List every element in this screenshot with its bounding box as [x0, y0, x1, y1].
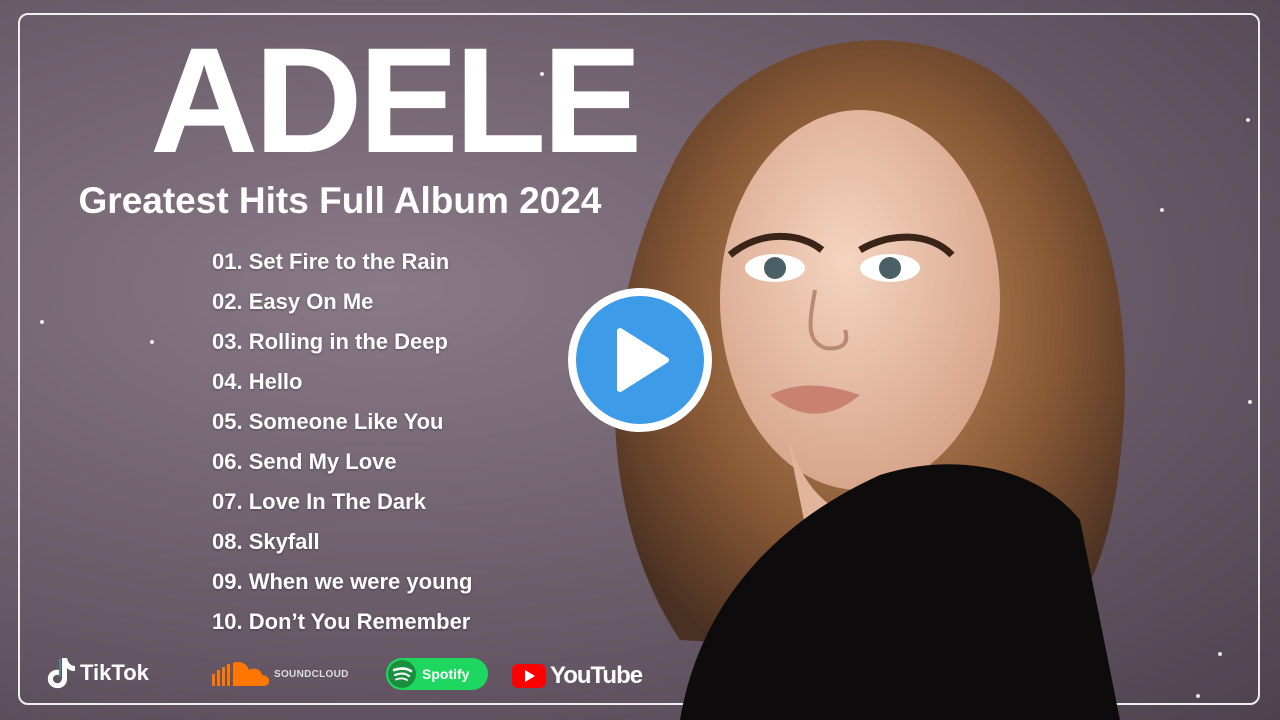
youtube-icon [512, 664, 546, 688]
spotify-icon [388, 660, 416, 688]
spotify-label: Spotify [422, 666, 470, 682]
play-button[interactable] [568, 288, 712, 432]
soundcloud-icon [212, 661, 270, 686]
soundcloud-label: SOUNDCLOUD [274, 668, 349, 680]
tiktok-logo: TikTok [46, 656, 149, 690]
youtube-logo: YouTube [512, 662, 643, 690]
track-item: 08. Skyfall [212, 529, 320, 554]
track-item: 10. Don’t You Remember [212, 609, 471, 634]
spotify-logo: Spotify [386, 658, 488, 690]
album-subtitle: Greatest Hits Full Album 2024 [78, 180, 602, 221]
play-icon [617, 328, 669, 392]
track-item: 05. Someone Like You [212, 409, 444, 434]
track-item: 04. Hello [212, 369, 303, 394]
track-item: 09. When we were young [212, 569, 473, 594]
youtube-label: YouTube [550, 662, 643, 689]
soundcloud-logo: SOUNDCLOUD [212, 660, 349, 688]
track-item: 06. Send My Love [212, 449, 397, 474]
artist-title: ADELE [150, 16, 642, 184]
tiktok-icon [47, 658, 75, 689]
platform-logos: TikTok SOUNDCLOUD Spotify YouTube [0, 650, 643, 704]
tiktok-label: TikTok [80, 660, 149, 685]
track-item: 02. Easy On Me [212, 289, 374, 314]
track-item: 03. Rolling in the Deep [212, 329, 448, 354]
track-item: 01. Set Fire to the Rain [212, 249, 450, 274]
track-item: 07. Love In The Dark [212, 489, 426, 514]
track-list: 01. Set Fire to the Rain 02. Easy On Me … [212, 244, 472, 644]
play-button-circle [576, 296, 704, 424]
